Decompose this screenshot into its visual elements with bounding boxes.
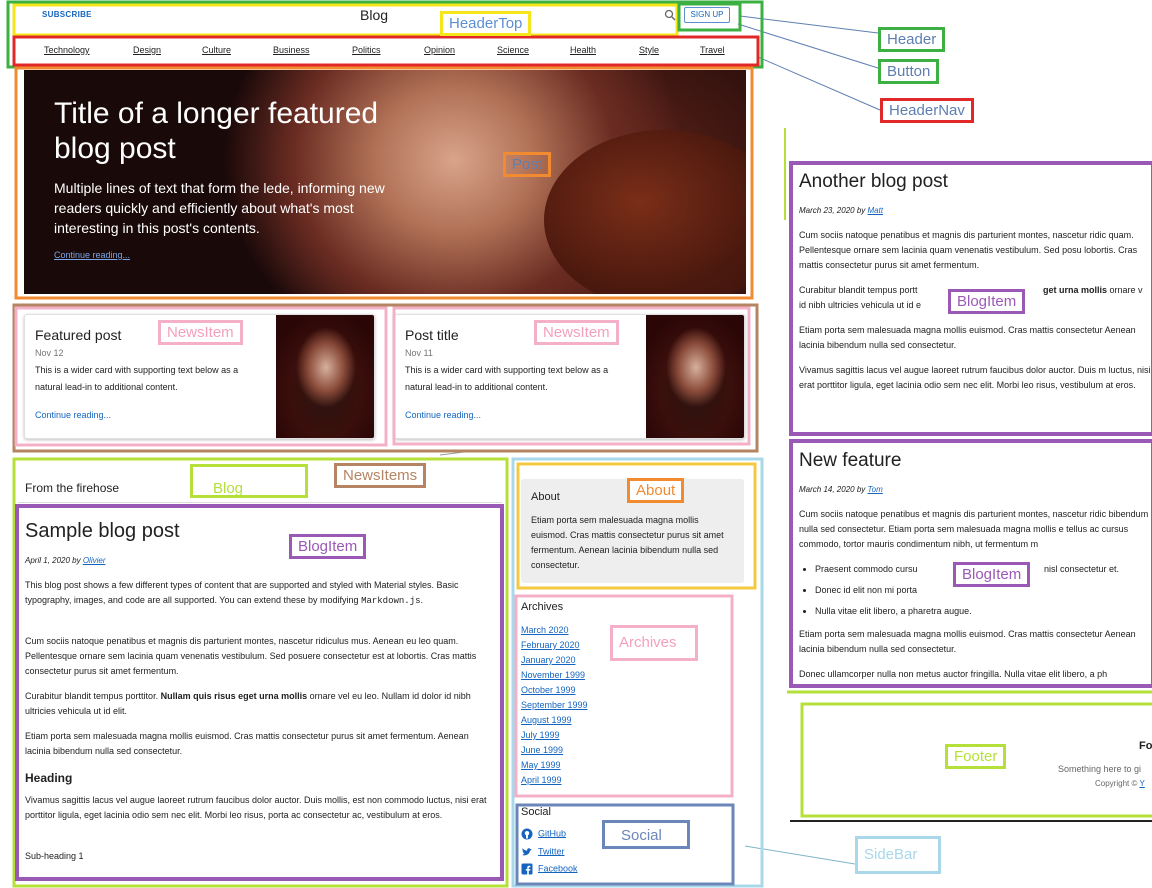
label-about: About: [627, 478, 685, 503]
blog-item-region: [15, 504, 504, 881]
label-blog-item: BlogItem: [948, 289, 1026, 314]
label-blog-item: BlogItem: [289, 534, 367, 559]
blog-region: [12, 457, 509, 888]
leader-line: [757, 56, 881, 111]
label-archives: Archives: [610, 625, 698, 661]
post-region: [14, 66, 754, 300]
header-nav-region: [12, 35, 760, 67]
label-blog: Blog: [190, 464, 308, 498]
button-region: [677, 2, 742, 32]
label-header-nav: HeaderNav: [880, 98, 974, 123]
label-post: Post: [503, 152, 552, 177]
label-sidebar: SideBar: [855, 836, 941, 874]
label-news-item: NewsItem: [158, 320, 243, 345]
label-header-top: HeaderTop: [440, 11, 532, 36]
label-blog-item: BlogItem: [953, 562, 1031, 587]
label-footer: Footer: [945, 744, 1007, 769]
label-header: Header: [878, 27, 946, 52]
label-news-item: NewsItem: [534, 320, 619, 345]
header-top-region: [12, 3, 679, 37]
label-button: Button: [878, 59, 940, 84]
label-social: Social: [602, 820, 690, 849]
label-news-items: NewsItems: [334, 463, 427, 488]
